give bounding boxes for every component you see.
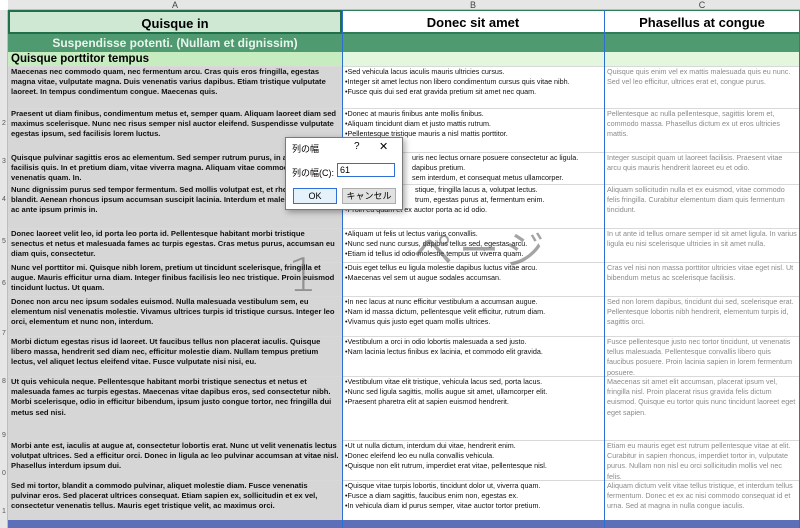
bullet-line: •Vivamus quis justo eget quam mollis ult… <box>345 317 491 327</box>
bullet-line: •Vestibulum vitae elit tristique, vehicu… <box>345 377 543 386</box>
row-number[interactable]: 4 <box>0 196 8 203</box>
section-cell-c[interactable] <box>604 52 800 66</box>
cancel-button[interactable]: キャンセル <box>342 188 396 204</box>
row-divider <box>8 66 800 67</box>
bullet-line: uris nec lectus ornare posuere consectet… <box>412 153 579 162</box>
data-cell-c[interactable]: Quisque quis enim vel ex mattis malesuad… <box>604 66 800 108</box>
data-cell-c[interactable]: Aliquam dictum velit vitae tellus tristi… <box>604 480 800 520</box>
bullet-line: sem interdum, et consequat metus ullamco… <box>412 173 564 183</box>
subheader-cell-b[interactable] <box>342 34 604 52</box>
data-cell-b[interactable]: •Vestibulum a orci in odio lobortis male… <box>342 336 604 376</box>
bullet-line: •Fusce a diam sagittis, faucibus enim no… <box>345 491 519 501</box>
data-cell-c[interactable]: Fusce pellentesque justo nec tortor tinc… <box>604 336 800 376</box>
bullet-line: •Sed vehicula lacus iaculis mauris ultri… <box>345 67 505 76</box>
header-cell-a[interactable]: Quisque in <box>8 10 342 34</box>
data-cell-c[interactable]: Cras vel nisi non massa porttitor ultric… <box>604 262 800 296</box>
data-cell-b[interactable]: •Quisque vitae turpis lobortis, tincidun… <box>342 480 604 520</box>
row-divider <box>8 480 800 481</box>
column-header-a[interactable]: A <box>8 0 342 10</box>
data-cell-c[interactable]: Integer suscipit quam ut laoreet facilis… <box>604 152 800 184</box>
page-label-watermark: ページ <box>413 228 551 274</box>
data-cell-c[interactable]: Maecenas sit amet elit accumsan, placera… <box>604 376 800 440</box>
data-cell-a[interactable]: Morbi ante est, iaculis at augue at, con… <box>8 440 342 480</box>
data-cell-b[interactable]: •Sed vehicula lacus iaculis mauris ultri… <box>342 66 604 108</box>
section-cell[interactable]: Quisque porttitor tempus <box>8 52 342 66</box>
row-divider <box>8 108 800 109</box>
bullet-line: •Fusce quis dui sed erat gravida pretium… <box>345 87 537 97</box>
row-number[interactable]: 0 <box>0 470 8 477</box>
bullet-line: •Nam lacinia lectus finibus ex lacinia, … <box>345 347 543 357</box>
column-width-label: 列の幅(C): <box>292 168 334 178</box>
data-cell-c[interactable]: Aliquam sollicitudin nulla et ex euismod… <box>604 184 800 228</box>
row-divider <box>8 152 800 153</box>
bullet-line: •Aliquam tincidunt diam et justo mattis … <box>345 119 491 129</box>
row-number[interactable]: 5 <box>0 238 8 245</box>
row-divider <box>8 336 800 337</box>
bullet-line: •Praesent pharetra elit at sapien euismo… <box>345 397 509 407</box>
subheader-cell-c[interactable] <box>604 34 800 52</box>
row-divider <box>8 262 800 263</box>
data-cell-a[interactable]: Morbi dictum egestas risus id laoreet. U… <box>8 336 342 376</box>
row-number[interactable]: 9 <box>0 432 8 439</box>
bullet-line: •Ut ut nulla dictum, interdum dui vitae,… <box>345 441 516 450</box>
bullet-line: •Donec eleifend leo eu nulla convallis v… <box>345 451 495 461</box>
bullet-line: •Nunc sed ligula sagittis, mollis augue … <box>345 387 548 397</box>
row-divider <box>8 184 800 185</box>
page-break-line[interactable] <box>342 10 343 528</box>
data-cell-a[interactable]: Sed mi tortor, blandit a commodo pulvina… <box>8 480 342 520</box>
bullet-line: •Nam id massa dictum, pellentesque velit… <box>345 307 546 317</box>
data-cell-c[interactable]: In ut ante id tellus ornare semper id si… <box>604 228 800 262</box>
data-cell-c[interactable]: Sed non lorem dapibus, tincidunt dui sed… <box>604 296 800 336</box>
subheader-cell[interactable]: Suspendisse potenti. (Nullam et dignissi… <box>8 34 342 52</box>
row-number[interactable]: 8 <box>0 378 8 385</box>
page-break-line[interactable] <box>604 10 605 528</box>
header-cell-c[interactable]: Phasellus at congue <box>604 10 800 34</box>
bullet-line: •Donec at mauris finibus ante mollis fin… <box>345 109 484 118</box>
row-number[interactable]: 3 <box>0 158 8 165</box>
data-cell-b[interactable]: •In nec lacus at nunc efficitur vestibul… <box>342 296 604 336</box>
data-cell-b[interactable]: •Ut ut nulla dictum, interdum dui vitae,… <box>342 440 604 480</box>
column-header-b[interactable]: B <box>342 0 604 10</box>
row-divider <box>8 228 800 229</box>
row-divider <box>8 376 800 377</box>
page-number-watermark: 1 <box>288 248 318 302</box>
bullet-line: •In vehicula diam id purus semper, vitae… <box>345 501 541 511</box>
bullet-line: •Quisque vitae turpis lobortis, tincidun… <box>345 481 541 490</box>
data-cell-c[interactable]: Etiam eu mauris eget est rutrum pellente… <box>604 440 800 480</box>
column-width-dialog[interactable]: 列の幅 ? ✕ 列の幅(C): OK キャンセル <box>285 137 403 210</box>
bullet-line: •In nec lacus at nunc efficitur vestibul… <box>345 297 538 306</box>
data-cell-a[interactable]: Maecenas nec commodo quam, nec fermentum… <box>8 66 342 108</box>
column-header-c[interactable]: C <box>604 0 800 10</box>
row-header-strip <box>0 10 8 528</box>
spreadsheet-grid[interactable]: Quisque in Donec sit amet Phasellus at c… <box>8 10 800 528</box>
row-number[interactable]: 2 <box>0 120 8 127</box>
row-divider <box>8 296 800 297</box>
bullet-line: •Vestibulum a orci in odio lobortis male… <box>345 337 527 346</box>
data-cell-b[interactable]: •Vestibulum vitae elit tristique, vehicu… <box>342 376 604 440</box>
bullet-line: •Integer sit amet lectus non libero cond… <box>345 77 570 87</box>
ok-button[interactable]: OK <box>293 188 337 204</box>
bullet-line: dapibus pretium. <box>412 163 466 173</box>
bullet-line: •Quisque non elit rutrum, imperdiet erat… <box>345 461 547 471</box>
close-icon[interactable]: ✕ <box>379 140 388 153</box>
table-footer-band <box>8 520 800 528</box>
data-cell-a[interactable]: Donec non arcu nec ipsum sodales euismod… <box>8 296 342 336</box>
data-cell-a[interactable]: Ut quis vehicula neque. Pellentesque hab… <box>8 376 342 440</box>
column-width-input[interactable] <box>337 163 395 177</box>
dialog-title: 列の幅 <box>292 144 320 154</box>
row-number[interactable]: 7 <box>0 330 8 337</box>
header-cell-b[interactable]: Donec sit amet <box>342 10 604 34</box>
row-number[interactable]: 1 <box>0 508 8 515</box>
row-divider <box>8 440 800 441</box>
data-cell-c[interactable]: Pellentesque ac nulla pellentesque, sagi… <box>604 108 800 152</box>
help-icon[interactable]: ? <box>354 141 360 152</box>
row-number[interactable]: 6 <box>0 280 8 287</box>
section-cell-b[interactable] <box>342 52 604 66</box>
